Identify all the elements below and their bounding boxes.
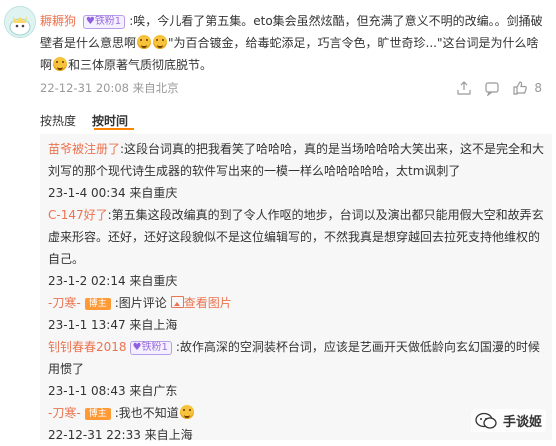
reply-meta: 23-1-1 13:47 来自上海 [48,318,178,332]
reply-text: :第五集这段改编真的到了令人作呕的地步，台词以及演出都只能用假大空和故弄玄虚来形… [48,208,544,266]
reply-text: :我也不知道 [114,406,179,420]
sort-by-hot[interactable]: 按热度 [40,112,76,129]
emoji-icon [53,57,68,71]
share-icon[interactable] [456,80,472,96]
sort-by-time[interactable]: 按时间 [92,112,128,129]
comment-icon[interactable] [484,80,500,96]
blogger-badge: 博主 [84,298,111,310]
fan-badge: ♥铁粉1 [129,341,172,355]
comment-username[interactable]: 耨耨狗 [40,14,76,28]
reply-meta: 23-1-4 00:34 来自重庆 [48,186,178,200]
comment-body: 耨耨狗 ♥铁粉1:唉，今儿看了第五集。eto集会虽然炫酷，但充满了意义不明的改编… [40,10,550,76]
reply-username[interactable]: 苗爷被注册了 [48,142,120,156]
reply-list: 苗爷被注册了:这段台词真的把我看笑了哈哈哈，真的是当场哈哈哈大笑出来，这不是完全… [40,134,552,442]
reply-username[interactable]: C-147好了 [48,208,108,222]
reply-username[interactable]: -刀寒- [48,406,81,420]
comment-timestamp: 22-12-31 20:08 来自北京 [40,81,179,95]
emoji-icon [153,35,168,49]
like-icon[interactable] [512,80,528,96]
emoji-icon [179,405,194,419]
reply-item: -刀寒- 博主:图片评论 查看图片 [48,292,548,314]
reply-username[interactable]: -刀寒- [48,296,81,310]
fan-badge-label: 铁粉1 [94,16,122,27]
avatar-icon [5,7,35,37]
reply-item: 苗爷被注册了:这段台词真的把我看笑了哈哈哈，真的是当场哈哈哈大笑出来，这不是完全… [48,138,548,182]
reply-text: :这段台词真的把我看笑了哈哈哈，真的是当场哈哈哈大笑出来，这不是完全和大刘写的那… [48,142,545,178]
watermark: 手谈姬 [470,409,546,432]
comment-text-part-3: 和三体原著气质彻底脱节。 [68,58,213,72]
reply-item: C-147好了:第五集这段改编真的到了令人作呕的地步，台词以及演出都只能用假大空… [48,204,548,270]
view-image-link[interactable]: 查看图片 [184,296,232,310]
sort-tabs: 按热度 按时间 [40,112,134,130]
reply-item: 钊钊春春2018 ♥铁粉1:故作高深的空洞装杯台词，应该是艺画开天做低龄向玄幻国漫… [48,336,548,380]
reply-meta: 23-1-2 02:14 来自重庆 [48,274,178,288]
reply-meta: 23-1-1 08:43 来自广东 [48,384,178,398]
reply-text: :图片评论 [114,296,167,310]
comment-thread: 耨耨狗 ♥铁粉1:唉，今儿看了第五集。eto集会虽然炫酷，但充满了意义不明的改编… [0,0,556,442]
emoji-icon [137,35,152,49]
fan-badge: ♥铁粉1 [82,15,126,29]
comment-actions: 8 [456,80,542,96]
watermark-text: 手谈姬 [502,415,542,430]
avatar[interactable] [4,6,36,38]
like-count: 8 [534,81,542,95]
image-icon [170,296,184,308]
heart-icon: ♥ [85,16,95,27]
active-tab-indicator [94,128,134,130]
fan-badge-label: 铁粉1 [141,342,168,353]
wechat-icon [475,412,497,429]
blogger-badge: 博主 [84,408,111,420]
reply-username[interactable]: 钊钊春春2018 [48,340,127,354]
heart-icon: ♥ [132,342,142,353]
